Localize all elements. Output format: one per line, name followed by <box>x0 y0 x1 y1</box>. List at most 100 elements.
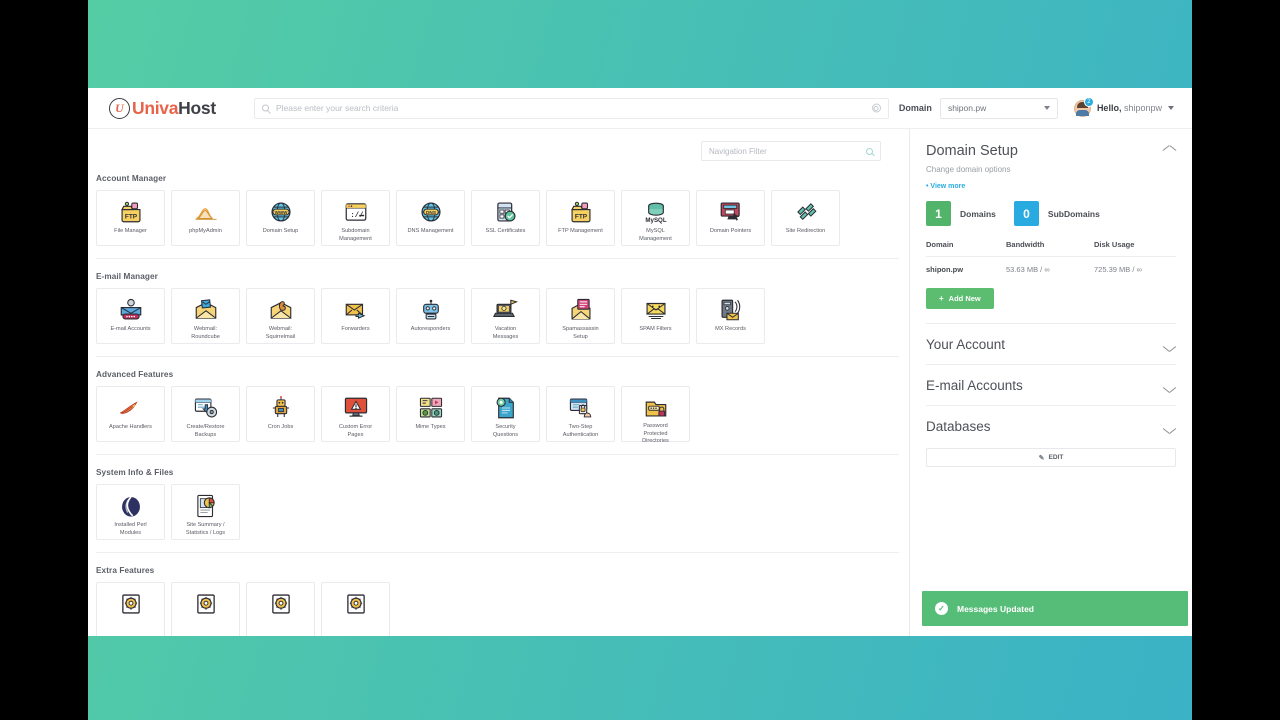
tile-vacation-messages[interactable]: Vacation Messages <box>471 288 540 344</box>
section-title: Extra Features <box>96 566 155 575</box>
section-account-manager: Account Manager FTP File Manager phpMyAdm… <box>96 161 899 259</box>
tile-label: MySQL Management <box>639 228 672 242</box>
tile-phpmyadmin[interactable]: phpMyAdmin <box>171 190 240 246</box>
tile-ftp-management[interactable]: FTP FTP Management <box>546 190 615 246</box>
forwarder-envelope-icon <box>343 296 369 323</box>
tile-gear-box-icon[interactable] <box>171 582 240 636</box>
edit-button[interactable]: ✎ EDIT <box>926 448 1176 467</box>
tile-domain-pointers[interactable]: Domain Pointers <box>696 190 765 246</box>
domain-setup-header[interactable]: Domain Setup <box>926 129 1176 159</box>
notification-badge[interactable]: 2 <box>1083 96 1094 107</box>
subdomains-count-badge: 0 <box>1013 201 1039 226</box>
add-new-label: Add New <box>948 294 981 303</box>
chevron-down-icon[interactable] <box>1163 384 1176 392</box>
tile-mx-records[interactable]: MX Records <box>696 288 765 344</box>
sidebar-item-your-account[interactable]: Your Account <box>926 323 1176 364</box>
tile-site-redirection[interactable]: Site Redirection <box>771 190 840 246</box>
tile-custom-error-pages[interactable]: Custom Error Pages <box>321 386 390 442</box>
tile-label: SSL Certificates <box>485 228 526 234</box>
tile-mime-types[interactable]: Mime Types <box>396 386 465 442</box>
tile-e-mail-accounts[interactable]: E-mail Accounts <box>96 288 165 344</box>
password-folder-icon <box>643 394 669 420</box>
tile-row: FTP File Manager phpMyAdmin WWW Domain Set… <box>96 190 899 259</box>
tile-subdomain-management[interactable]: :// Subdomain Management <box>321 190 390 246</box>
tile-forwarders[interactable]: Forwarders <box>321 288 390 344</box>
tile-gear-box-icon[interactable] <box>246 582 315 636</box>
svg-text:DNS: DNS <box>426 209 436 214</box>
logo-text-secondary: Host <box>178 97 216 118</box>
tile-label: Apache Handlers <box>109 424 152 430</box>
sections-scroller[interactable]: Account Manager FTP File Manager phpMyAdm… <box>88 161 899 636</box>
tile-spamassassin-setup[interactable]: Spamassassin Setup <box>546 288 615 344</box>
tile-label: DNS Management <box>407 228 454 234</box>
tile-installed-perl-modules[interactable]: Installed Perl Modules <box>96 484 165 540</box>
tile-label: Domain Setup <box>262 228 299 234</box>
cell-domain: shipon.pw <box>926 265 964 274</box>
tile-spam-filters[interactable]: SPAM Filters <box>621 288 690 344</box>
section-title: System Info & Files <box>96 468 174 477</box>
app-header: U UnivaHost Please enter your search cri… <box>88 88 1192 129</box>
view-more-link[interactable]: View more <box>926 183 1176 190</box>
gear-box-icon <box>343 590 369 617</box>
tile-label: Subdomain Management <box>339 228 372 242</box>
tile-row <box>96 582 899 636</box>
tile-label: Domain Pointers <box>709 228 752 234</box>
tile-webmail-roundcube[interactable]: Webmail: Roundcube <box>171 288 240 344</box>
redirect-arrows-icon <box>793 198 819 225</box>
tile-dns-management[interactable]: DNS DNS Management <box>396 190 465 246</box>
domain-selector[interactable]: shipon.pw <box>939 97 1058 119</box>
check-circle-icon: ✓ <box>935 602 948 615</box>
tile-security-questions[interactable]: Security Questions <box>471 386 540 442</box>
user-menu[interactable]: 2 Hello, shiponpw <box>1073 96 1178 117</box>
search-input[interactable]: Please enter your search criteria <box>254 97 889 119</box>
tile-password-protected-directories[interactable]: Password Protected Directories <box>621 386 690 444</box>
tile-site-summary-statistics-logs[interactable]: Site Summary / Statistics / Logs <box>171 484 240 540</box>
tile-cron-jobs[interactable]: Cron Jobs <box>246 386 315 442</box>
tile-ssl-certificates[interactable]: SSL Certificates <box>471 190 540 246</box>
tile-autoresponders[interactable]: Autoresponders <box>396 288 465 344</box>
chevron-up-icon[interactable] <box>1163 147 1176 155</box>
tile-create-restore-backups[interactable]: Create/Restore Backups <box>171 386 240 442</box>
tile-label: Autoresponders <box>410 326 451 332</box>
apache-feather-icon <box>118 394 144 421</box>
roundcube-envelope-icon <box>193 296 219 323</box>
status-toast[interactable]: ✓ Messages Updated <box>922 591 1188 626</box>
sidebar-item-databases[interactable]: Databases <box>926 405 1176 446</box>
sidebar-item-email-accounts[interactable]: E-mail Accounts <box>926 364 1176 405</box>
section-title: E-mail Manager <box>96 272 158 281</box>
tile-file-manager[interactable]: FTP File Manager <box>96 190 165 246</box>
column-header-domain: Domain <box>926 240 954 249</box>
tile-gear-box-icon[interactable] <box>321 582 390 636</box>
add-new-button[interactable]: + Add New <box>926 288 994 309</box>
nav-filter-input[interactable]: Navigation Filter <box>701 141 881 161</box>
ssl-shield-icon <box>493 198 519 225</box>
gear-box-icon <box>118 590 144 617</box>
section-system-info-files: System Info & Files Installed Perl Modul… <box>96 455 899 553</box>
tile-apache-handlers[interactable]: Apache Handlers <box>96 386 165 442</box>
gear-box-icon <box>268 590 294 617</box>
user-greeting: Hello, shiponpw <box>1097 103 1162 113</box>
spamassassin-envelope-icon <box>568 296 594 323</box>
search-settings-gear-icon[interactable] <box>871 103 881 113</box>
tile-two-step-authentication[interactable]: Two-Step Authentication <box>546 386 615 442</box>
domains-count-badge: 1 <box>926 201 951 226</box>
control-panel-window: U UnivaHost Please enter your search cri… <box>88 88 1192 636</box>
search-placeholder: Please enter your search criteria <box>276 103 399 113</box>
chevron-down-icon[interactable] <box>1163 425 1176 433</box>
cell-disk-usage: 725.39 MB / ∞ <box>1094 265 1142 274</box>
tile-row: Installed Perl Modules Site Summary / St… <box>96 484 899 553</box>
tile-webmail-squirrelmail[interactable]: Webmail: Squirrelmail <box>246 288 315 344</box>
brand-logo[interactable]: U UnivaHost <box>102 97 246 119</box>
svg-text:FTP: FTP <box>574 213 587 220</box>
tile-label: Spamassassin Setup <box>562 326 599 340</box>
cell-bandwidth: 53.63 MB / ∞ <box>1006 265 1050 274</box>
tile-label: E-mail Accounts <box>110 326 151 332</box>
tile-label: Mime Types <box>415 424 446 430</box>
chevron-down-icon[interactable] <box>1163 343 1176 351</box>
edit-label: EDIT <box>1048 454 1064 461</box>
tile-domain-setup[interactable]: WWW Domain Setup <box>246 190 315 246</box>
domain-counters: 1 Domains 0 SubDomains <box>926 201 1176 226</box>
tile-gear-box-icon[interactable] <box>96 582 165 636</box>
table-row: shipon.pw 53.63 MB / ∞ 725.39 MB / ∞ <box>926 257 1176 274</box>
tile-mysql-management[interactable]: MySQL MySQL Management <box>621 190 690 246</box>
